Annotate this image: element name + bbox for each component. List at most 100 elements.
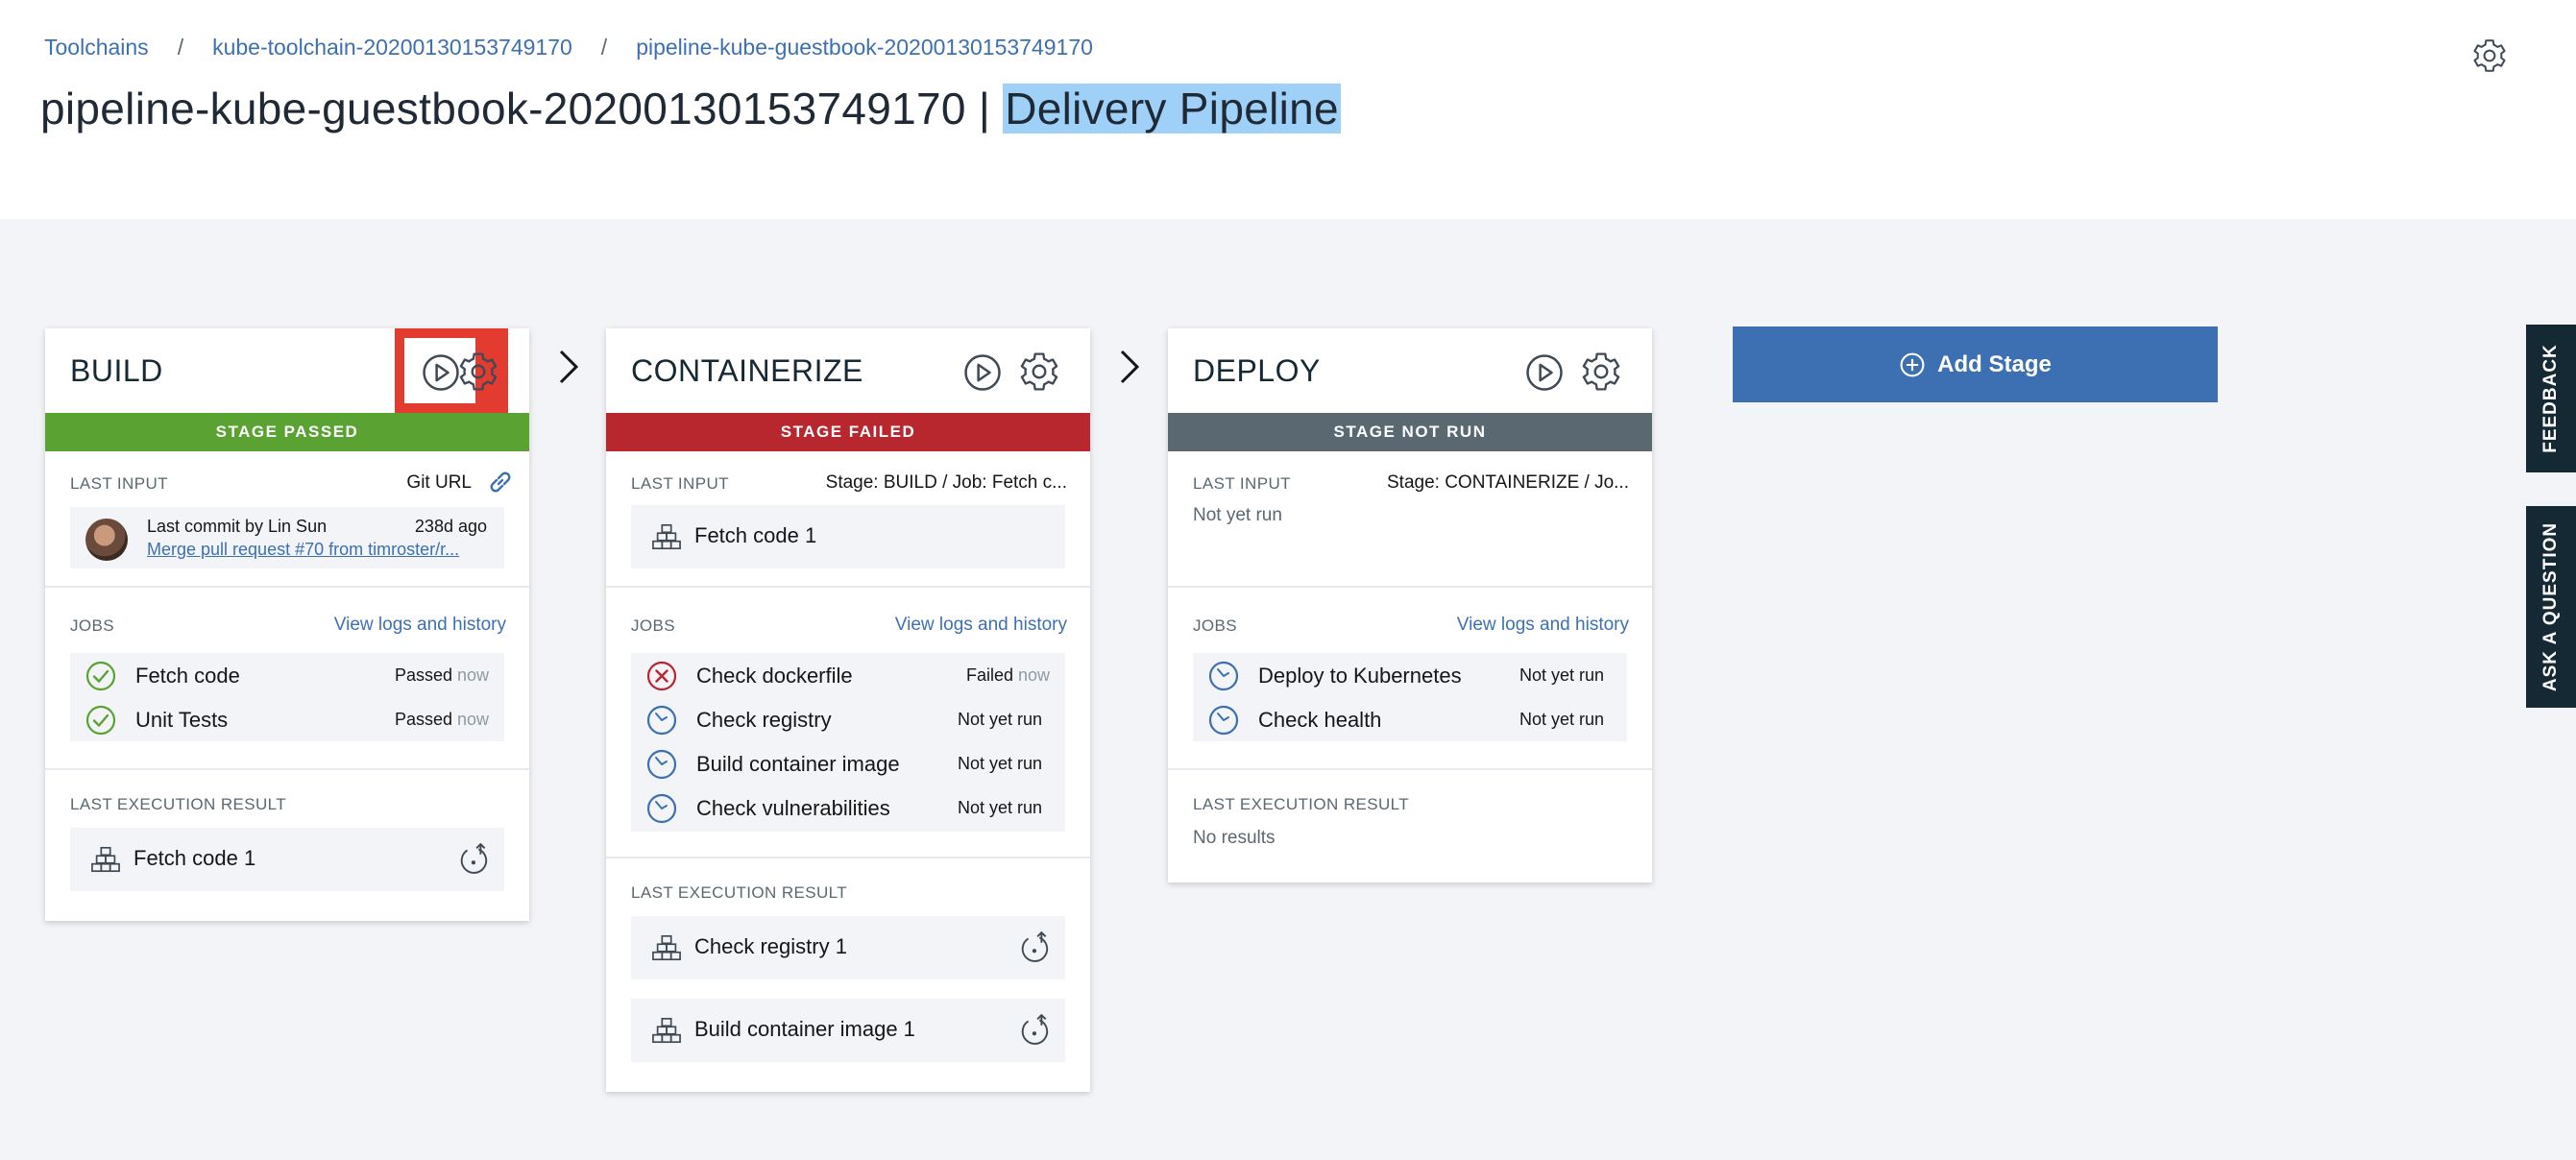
input-source: Stage: BUILD / Job: Fetch c... — [825, 472, 1067, 493]
page-title-highlight: Delivery Pipeline — [1003, 84, 1341, 133]
add-stage-button[interactable]: Add Stage — [1733, 326, 2218, 402]
clock-icon — [646, 793, 677, 824]
breadcrumb-toolchain[interactable]: kube-toolchain-20200130153749170 — [212, 35, 572, 60]
jobs-section: JOBS View logs and history Check dockerf… — [606, 588, 1090, 858]
result-name: Check registry 1 — [694, 934, 847, 958]
input-artifact: Fetch code 1 — [631, 505, 1065, 568]
play-icon[interactable] — [1525, 353, 1564, 392]
last-execution-section: LAST EXECUTION RESULT Check registry 1 B… — [606, 858, 1090, 1090]
last-execution-section: LAST EXECUTION RESULT Fetch code 1 — [45, 770, 529, 919]
job-status: Failed — [965, 665, 1013, 685]
redeploy-icon[interactable] — [1019, 931, 1052, 964]
play-icon[interactable] — [422, 353, 460, 392]
clock-icon — [646, 749, 677, 780]
stage-header: CONTAINERIZE — [606, 328, 1090, 413]
gear-icon[interactable] — [458, 351, 498, 392]
add-stage-label: Add Stage — [1937, 350, 2052, 377]
artifact-name: Fetch code 1 — [694, 523, 817, 547]
gear-icon[interactable] — [1581, 351, 1621, 392]
breadcrumb-toolchains[interactable]: Toolchains — [44, 35, 149, 60]
clock-icon — [1208, 705, 1239, 736]
jobs-label: JOBS — [1193, 616, 1238, 635]
clock-icon — [1208, 661, 1239, 691]
job-status: Passed — [394, 710, 452, 729]
jobs-list: Deploy to Kubernetes Not yet run Check h… — [1193, 653, 1627, 741]
job-row[interactable]: Check dockerfile Failed now — [631, 653, 1065, 697]
stage-card-build: BUILD STAGE PASSED LAST INPUT Git URL La… — [45, 328, 529, 921]
stage-header: BUILD — [45, 328, 529, 413]
page-title-main: pipeline-kube-guestbook-2020013015374917… — [40, 84, 1004, 133]
job-name: Check health — [1258, 708, 1382, 732]
job-row[interactable]: Deploy to Kubernetes Not yet run — [1193, 653, 1627, 697]
job-row[interactable]: Fetch code Passed now — [70, 653, 504, 697]
result-name: Build container image 1 — [694, 1017, 915, 1041]
no-results-note: No results — [1193, 828, 1276, 848]
breadcrumb-separator: / — [177, 35, 184, 60]
stage-header: DEPLOY — [1168, 328, 1652, 413]
play-icon[interactable] — [963, 353, 1002, 392]
page-header: Toolchains / kube-toolchain-202001301537… — [0, 0, 2576, 219]
job-row[interactable]: Check vulnerabilities Not yet run — [631, 785, 1065, 830]
job-status: Not yet run — [1519, 710, 1604, 729]
last-input-label: LAST INPUT — [1193, 474, 1291, 493]
feedback-tab[interactable]: FEEDBACK — [2526, 325, 2576, 472]
last-execution-section: LAST EXECUTION RESULT No results — [1168, 770, 1652, 881]
last-input-section: LAST INPUT Stage: CONTAINERIZE / Jo... N… — [1168, 451, 1652, 588]
job-time: now — [456, 665, 489, 685]
last-execution-label: LAST EXECUTION RESULT — [631, 883, 848, 902]
jobs-section: JOBS View logs and history Deploy to Kub… — [1168, 588, 1652, 770]
job-status: Not yet run — [957, 798, 1042, 817]
job-name: Check registry — [696, 708, 832, 732]
view-logs-link[interactable]: View logs and history — [895, 615, 1067, 636]
jobs-label: JOBS — [631, 616, 676, 635]
job-row[interactable]: Check registry Not yet run — [631, 697, 1065, 741]
job-row[interactable]: Build container image Not yet run — [631, 741, 1065, 785]
execution-result[interactable]: Fetch code 1 — [70, 828, 504, 891]
last-input-section: LAST INPUT Stage: BUILD / Job: Fetch c..… — [606, 451, 1090, 588]
commit-author: Last commit by Lin Sun — [147, 517, 328, 536]
commit-message-link[interactable]: Merge pull request #70 from timroster/r.… — [147, 540, 459, 560]
commit-info: Last commit by Lin Sun 238d ago Merge pu… — [70, 507, 504, 568]
job-name: Build container image — [696, 752, 900, 776]
error-circle-icon — [646, 661, 677, 691]
job-status: Not yet run — [957, 710, 1042, 729]
link-icon[interactable] — [485, 467, 516, 497]
stacked-boxes-icon — [652, 522, 681, 551]
feedback-label: FEEDBACK — [2540, 344, 2561, 453]
job-name: Deploy to Kubernetes — [1258, 664, 1462, 688]
execution-result[interactable]: Build container image 1 — [631, 999, 1065, 1062]
breadcrumb-pipeline[interactable]: pipeline-kube-guestbook-2020013015374917… — [636, 35, 1093, 60]
last-input-label: LAST INPUT — [631, 474, 729, 493]
input-note: Not yet run — [1193, 505, 1282, 525]
last-input-section: LAST INPUT Git URL Last commit by Lin Su… — [45, 451, 529, 588]
stage-card-containerize: CONTAINERIZE STAGE FAILED LAST INPUT Sta… — [606, 328, 1090, 1092]
job-time: now — [456, 710, 489, 729]
page-title: pipeline-kube-guestbook-2020013015374917… — [40, 83, 1341, 134]
breadcrumb: Toolchains / kube-toolchain-202001301537… — [44, 35, 1093, 60]
job-name: Check dockerfile — [696, 664, 853, 688]
stage-card-deploy: DEPLOY STAGE NOT RUN LAST INPUT Stage: C… — [1168, 328, 1652, 882]
ask-question-tab[interactable]: ASK A QUESTION — [2526, 506, 2576, 708]
redeploy-icon[interactable] — [458, 843, 491, 876]
gear-icon[interactable] — [2472, 38, 2507, 73]
avatar — [85, 519, 128, 561]
last-input-label: LAST INPUT — [70, 474, 168, 493]
job-status: Passed — [394, 665, 452, 685]
view-logs-link[interactable]: View logs and history — [1457, 615, 1629, 636]
plus-circle-icon — [1899, 351, 1926, 378]
checkmark-circle-icon — [85, 661, 116, 691]
job-name: Unit Tests — [135, 708, 229, 732]
stage-title: BUILD — [70, 353, 163, 388]
chevron-right-icon — [555, 348, 582, 386]
jobs-section: JOBS View logs and history Fetch code Pa… — [45, 588, 529, 770]
jobs-list: Fetch code Passed now Unit Tests Passed … — [70, 653, 504, 741]
jobs-list: Check dockerfile Failed now Check regist… — [631, 653, 1065, 832]
ask-question-label: ASK A QUESTION — [2540, 521, 2561, 692]
redeploy-icon[interactable] — [1019, 1014, 1052, 1047]
view-logs-link[interactable]: View logs and history — [334, 615, 506, 636]
job-row[interactable]: Check health Not yet run — [1193, 697, 1627, 741]
gear-icon[interactable] — [1019, 351, 1059, 392]
job-row[interactable]: Unit Tests Passed now — [70, 697, 504, 741]
job-status: Not yet run — [957, 754, 1042, 773]
execution-result[interactable]: Check registry 1 — [631, 916, 1065, 979]
